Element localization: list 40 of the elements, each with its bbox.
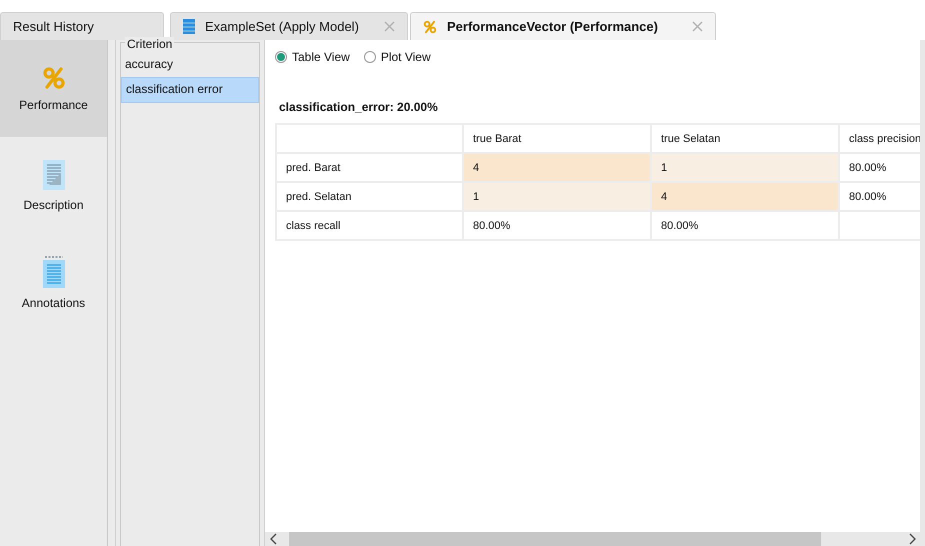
- table-icon: [183, 19, 195, 34]
- table-cell: 80.00%: [651, 211, 839, 240]
- horizontal-scrollbar[interactable]: [265, 532, 925, 546]
- table-cell: 1: [463, 182, 651, 211]
- criterion-item[interactable]: accuracy: [121, 53, 259, 77]
- tab[interactable]: ExampleSet (Apply Model): [170, 12, 408, 40]
- table-cell: 4: [463, 153, 651, 182]
- scroll-right-icon[interactable]: [907, 533, 917, 545]
- view-radio[interactable]: Table View: [275, 50, 350, 64]
- criterion-item[interactable]: classification error: [121, 77, 259, 103]
- sidebar-item[interactable]: Performance: [0, 40, 107, 137]
- close-icon[interactable]: [692, 21, 703, 32]
- splitter[interactable]: [108, 40, 116, 546]
- sidebar-item[interactable]: Annotations: [0, 234, 107, 331]
- scrollbar-thumb[interactable]: [289, 532, 821, 546]
- percent-icon: [42, 66, 66, 90]
- percent-icon: [423, 20, 437, 34]
- sidebar-label: Description: [23, 198, 84, 212]
- table-cell: 4: [651, 182, 839, 211]
- notepad-icon: [42, 256, 64, 288]
- row-header: class recall: [276, 211, 463, 240]
- table-cell: 80.00%: [463, 211, 651, 240]
- close-icon[interactable]: [384, 21, 395, 32]
- radio-icon[interactable]: [364, 51, 376, 63]
- radio-icon[interactable]: [275, 51, 287, 63]
- column-header: true Barat: [463, 124, 651, 153]
- row-header: pred. Selatan: [276, 182, 463, 211]
- sidebar-label: Annotations: [22, 296, 86, 310]
- criterion-title: Criterion: [125, 37, 174, 51]
- row-header: pred. Barat: [276, 153, 463, 182]
- document-icon: [42, 160, 64, 190]
- sidebar-label: Performance: [19, 98, 88, 112]
- tab[interactable]: PerformanceVector (Performance): [410, 12, 716, 40]
- scroll-left-icon[interactable]: [269, 533, 279, 545]
- result-title: classification_error: 20.00%: [279, 100, 439, 114]
- view-radio[interactable]: Plot View: [364, 50, 431, 64]
- sidebar-item[interactable]: Description: [0, 137, 107, 234]
- column-header: true Selatan: [651, 124, 839, 153]
- tab[interactable]: Result History: [0, 12, 164, 40]
- table-cell: 1: [651, 153, 839, 182]
